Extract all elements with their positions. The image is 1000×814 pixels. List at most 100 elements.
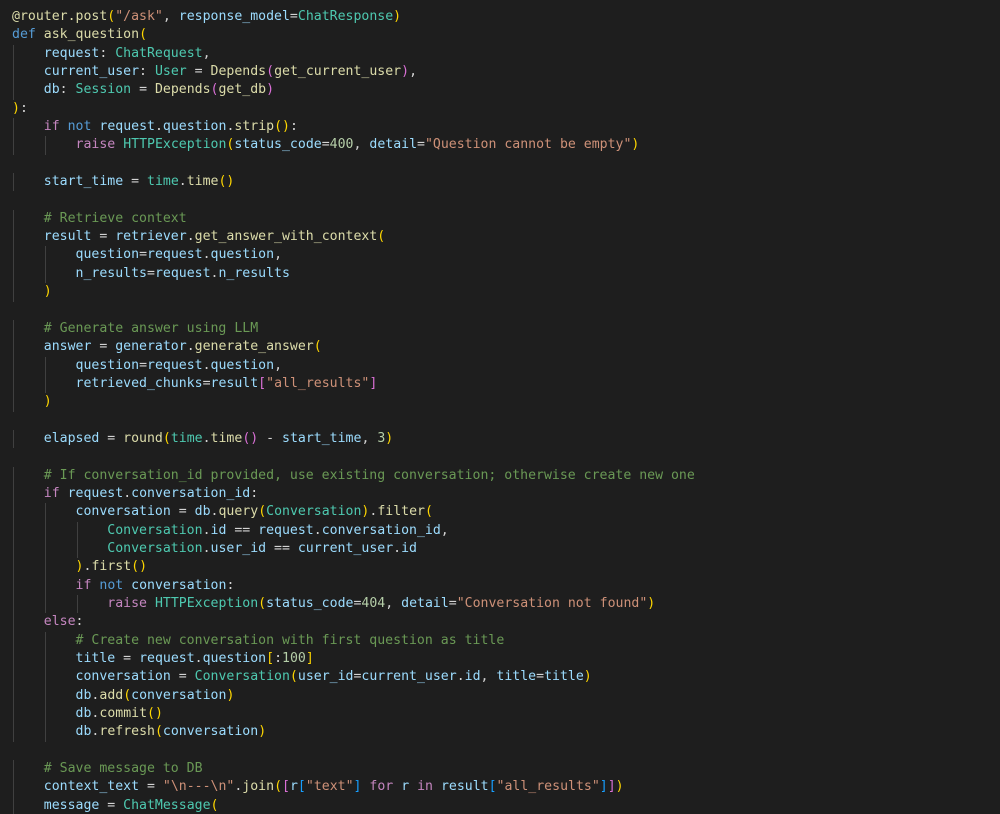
code-line[interactable] (0, 742, 1000, 760)
code-line[interactable]: ) (0, 283, 1000, 302)
code-line[interactable] (0, 412, 1000, 430)
code-line[interactable]: db.refresh(conversation) (0, 723, 1000, 742)
indent-guide (44, 686, 46, 706)
indent-guide (13, 760, 14, 779)
code-line[interactable]: if request.conversation_id: (0, 484, 1000, 504)
code-line[interactable]: retrieved_chunks=result["all_results"] (0, 374, 1000, 394)
code-line[interactable] (0, 155, 1000, 173)
code-editor[interactable]: @router.post("/ask", response_model=Chat… (0, 0, 1000, 814)
code-token: conversation_id (131, 485, 251, 501)
code-token: ) (647, 596, 656, 611)
code-token: elapsed (43, 430, 100, 446)
code-token: result (440, 779, 489, 795)
code-token: request (99, 119, 155, 135)
code-token: start_time (43, 174, 124, 190)
code-line[interactable]: raise HTTPException(status_code=400, det… (0, 136, 1000, 155)
indent-guide (44, 650, 46, 669)
code-line[interactable]: def ask_question( (0, 26, 1000, 44)
indent-guide (13, 521, 14, 540)
code-line[interactable]: if not conversation: (0, 576, 1000, 595)
code-token: = (139, 779, 163, 795)
code-line[interactable]: # Save message to DB (0, 760, 1000, 779)
code-line[interactable] (0, 302, 1000, 320)
code-token: . (154, 119, 163, 135)
code-line[interactable]: question=request.question, (0, 246, 1000, 265)
code-token: ) (615, 779, 624, 795)
code-line[interactable]: request: ChatRequest, (0, 44, 1000, 64)
code-token: ) (266, 82, 275, 98)
code-token: status_code (234, 137, 322, 153)
code-token: # Generate answer using LLM (43, 320, 259, 336)
code-token: round (123, 430, 163, 446)
code-line[interactable]: n_results=request.n_results (0, 264, 1000, 284)
code-token: db (75, 706, 92, 722)
code-line[interactable]: else: (0, 613, 1000, 632)
code-token: ChatRequest (115, 45, 203, 61)
indent-guide (13, 686, 14, 706)
code-line[interactable]: start_time = time.time() (0, 173, 1000, 192)
code-line[interactable]: context_text = "\n---\n".join([r["text"]… (0, 778, 1000, 797)
code-token: = (139, 357, 148, 373)
code-line[interactable]: ) (0, 393, 1000, 412)
code-token: = (99, 797, 124, 813)
code-line[interactable]: ).first() (0, 558, 1000, 577)
code-token: . (202, 357, 211, 373)
code-token: Depends (154, 82, 211, 98)
code-line[interactable]: db.add(conversation) (0, 686, 1000, 706)
code-token: ( (377, 229, 386, 245)
code-token: ( (154, 724, 163, 740)
code-line[interactable] (0, 448, 1000, 466)
code-token: User (154, 64, 187, 80)
code-token: add (99, 687, 124, 703)
code-line[interactable]: conversation = Conversation(user_id = curr… (0, 668, 1000, 687)
code-line[interactable]: if not request.question.strip(): (0, 118, 1000, 137)
code-line[interactable]: Conversation.user_id == current_user.id (0, 539, 1000, 559)
indent-guide (13, 374, 14, 394)
code-token: () (218, 174, 235, 190)
code-line[interactable]: ): (0, 100, 1000, 118)
code-line[interactable]: @router.post("/ask", response_model=Chat… (0, 8, 1000, 26)
code-line[interactable]: question=request.question, (0, 356, 1000, 375)
code-token: get_answer_with_context (194, 229, 378, 245)
code-line[interactable]: raise HTTPException(status_code = 404, det… (0, 595, 1000, 614)
code-line[interactable]: conversation = db.query(Conversation).fi… (0, 503, 1000, 522)
code-line[interactable]: answer = generator.generate_answer( (0, 338, 1000, 357)
code-line[interactable]: Conversation.id == request.conversation_… (0, 521, 1000, 540)
code-line[interactable] (0, 191, 1000, 209)
code-line[interactable]: db: Session = Depends(get_db) (0, 81, 1000, 100)
code-token: # If conversation_id provided, use exist… (43, 467, 695, 483)
code-line[interactable]: # Retrieve context (0, 209, 1000, 229)
code-line[interactable]: elapsed = round(time.time() - start_time… (0, 429, 1000, 449)
code-token: request (139, 651, 195, 667)
code-token: ( (123, 687, 132, 703)
code-token: , (353, 137, 370, 153)
code-token: . (186, 229, 195, 245)
indent-guide (44, 723, 46, 742)
code-line[interactable]: result = retriever.get_answer_with_conte… (0, 228, 1000, 247)
code-token: answer (43, 339, 92, 355)
code-line[interactable]: title = request.question[:100] (0, 650, 1000, 669)
code-line[interactable]: # If conversation_id provided, use exist… (0, 466, 1000, 485)
code-line[interactable]: message = ChatMessage( (0, 796, 1000, 814)
code-line[interactable]: # Create new conversation with first que… (0, 631, 1000, 651)
indent-guide (44, 576, 46, 595)
code-token: : (226, 577, 235, 593)
code-token: else (43, 614, 76, 630)
code-token: context_text (43, 779, 140, 795)
code-line[interactable]: db.commit() (0, 705, 1000, 724)
code-line[interactable]: # Generate answer using LLM (0, 319, 1000, 339)
code-token: question (210, 247, 275, 263)
code-area[interactable]: @router.post("/ask", response_model=Chat… (0, 8, 1000, 814)
code-line[interactable]: current_user: User = Depends(get_current… (0, 63, 1000, 82)
code-token: "\n---\n" (162, 779, 235, 795)
code-token: conversation (131, 577, 227, 593)
code-token: . (202, 522, 211, 538)
code-token: time (210, 430, 243, 446)
code-token: request (147, 247, 203, 263)
